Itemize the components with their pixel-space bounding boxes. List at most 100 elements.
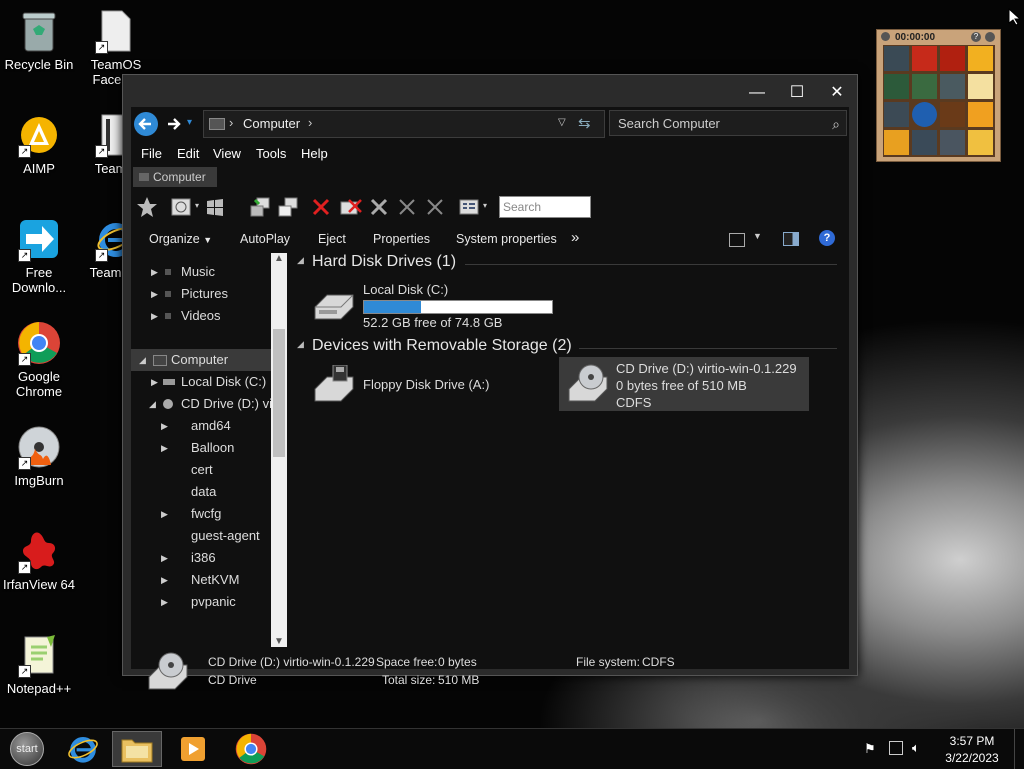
puzzle-tile[interactable] — [968, 102, 993, 127]
tree-item-folder[interactable]: ▶ pvpanic — [131, 591, 271, 613]
tree-item-folder[interactable]: guest-agent — [131, 525, 271, 547]
drive-local-disk-c[interactable]: Local Disk (C:) 52.2 GB free of 74.8 GB — [293, 279, 553, 331]
expand-arrow-icon[interactable]: ▶ — [151, 371, 158, 393]
minimize-button[interactable]: — — [737, 79, 777, 107]
puzzle-tile[interactable] — [912, 130, 937, 155]
organize-button[interactable]: Organize ▼ — [149, 232, 212, 246]
expand-arrow-icon[interactable]: ▶ — [151, 305, 158, 327]
puzzle-tile[interactable] — [884, 74, 909, 99]
taskbar-media-player[interactable] — [168, 731, 218, 767]
puzzle-tile[interactable] — [884, 46, 909, 71]
content-area[interactable]: ◢ Hard Disk Drives (1) Local Disk (C:) 5… — [293, 253, 849, 647]
group-hard-disk-drives[interactable]: ◢ Hard Disk Drives (1) — [297, 253, 837, 275]
explorer-window[interactable]: — ☐ ✕ ▾ › Computer › ▽ ⇆ Search Computer — [122, 74, 858, 690]
expand-arrow-icon[interactable]: ▶ — [161, 437, 168, 459]
show-desktop-button[interactable] — [1014, 729, 1024, 769]
navigation-scrollbar[interactable]: ▲ ▼ — [271, 253, 287, 647]
puzzle-tile[interactable] — [940, 46, 965, 71]
puzzle-tile[interactable] — [940, 130, 965, 155]
puzzle-gadget[interactable]: 00:00:00 ? — [876, 29, 1001, 162]
menu-tools[interactable]: Tools — [256, 146, 286, 161]
address-bar[interactable]: › Computer › ▽ ⇆ — [203, 110, 605, 138]
help-icon[interactable]: ? — [971, 32, 981, 42]
expand-arrow-icon[interactable]: ▶ — [161, 503, 168, 525]
drive-cd-d[interactable]: CD Drive (D:) virtio-win-0.1.229 0 bytes… — [559, 357, 809, 411]
desktop-icon-notepadpp[interactable]: ↗ Notepad++ — [0, 632, 78, 696]
breadcrumb-tab[interactable]: Computer — [133, 167, 217, 187]
tree-item-folder[interactable]: ▶ i386 — [131, 547, 271, 569]
expand-arrow-icon[interactable]: ▶ — [161, 415, 168, 437]
puzzle-tile[interactable] — [968, 130, 993, 155]
expand-arrow-icon[interactable]: ▶ — [161, 569, 168, 591]
expand-arrow-icon[interactable]: ▶ — [161, 547, 168, 569]
clock-date[interactable]: 3/22/2023 — [940, 751, 1004, 765]
cut-icon[interactable] — [367, 195, 391, 219]
favorites-star-icon[interactable] — [135, 195, 159, 219]
view-options-dropdown-icon[interactable]: ▾ — [483, 201, 487, 210]
desktop-icon-free-download[interactable]: ↗ Free Downlo... — [0, 216, 78, 295]
tree-item-folder[interactable]: cert — [131, 459, 271, 481]
puzzle-tile[interactable] — [968, 46, 993, 71]
toolbar-search-input[interactable]: Search — [499, 196, 591, 218]
puzzle-tile[interactable] — [912, 46, 937, 71]
history-clock-icon[interactable] — [169, 195, 193, 219]
clock-time[interactable]: 3:57 PM — [944, 734, 1000, 748]
puzzle-tile[interactable] — [884, 130, 909, 155]
view-options-icon[interactable] — [457, 195, 481, 219]
undo-icon[interactable] — [395, 195, 419, 219]
desktop-icon-irfanview[interactable]: ↗ IrfanView 64 — [0, 528, 78, 592]
refresh-icon[interactable]: ⇆ — [578, 114, 591, 132]
title-bar[interactable]: — ☐ ✕ — [123, 75, 857, 111]
desktop-icon-google-chrome[interactable]: ↗ Google Chrome — [0, 320, 78, 399]
puzzle-tile[interactable] — [940, 74, 965, 99]
tree-item-local-disk-c[interactable]: ▶ Local Disk (C:) — [131, 371, 271, 393]
puzzle-tile[interactable] — [884, 102, 909, 127]
history-dropdown-icon[interactable]: ▾ — [195, 201, 199, 210]
puzzle-tile[interactable] — [912, 102, 937, 127]
search-icon[interactable]: ⌕ — [832, 111, 840, 137]
help-icon[interactable]: ? — [819, 230, 835, 246]
desktop-icon-imgburn[interactable]: ↗ ImgBurn — [0, 424, 78, 488]
windows-logo-icon[interactable] — [203, 195, 227, 219]
menu-help[interactable]: Help — [301, 146, 328, 161]
forward-button[interactable] — [162, 112, 186, 136]
expand-arrow-icon[interactable]: ▶ — [161, 591, 168, 613]
puzzle-tile[interactable] — [912, 74, 937, 99]
desktop-icon-recycle-bin[interactable]: Recycle Bin — [0, 8, 78, 72]
autoplay-button[interactable]: AutoPlay — [240, 232, 290, 246]
tree-item-videos[interactable]: ▶ Videos — [131, 305, 271, 327]
tree-item-folder[interactable]: ▶ amd64 — [131, 415, 271, 437]
start-button[interactable]: start — [2, 731, 52, 767]
puzzle-tile[interactable] — [968, 74, 993, 99]
change-view-dropdown-icon[interactable]: ▼ — [753, 231, 762, 241]
address-dropdown-icon[interactable]: ▽ — [558, 117, 566, 128]
tree-item-music[interactable]: ▶ Music — [131, 261, 271, 283]
scroll-up-icon[interactable]: ▲ — [274, 253, 284, 264]
taskbar-google-chrome[interactable] — [226, 731, 276, 767]
collapse-arrow-icon[interactable]: ◢ — [139, 349, 146, 371]
tree-item-folder[interactable]: ▶ fwcfg — [131, 503, 271, 525]
puzzle-tile[interactable] — [940, 102, 965, 127]
change-view-icon[interactable] — [729, 233, 745, 247]
expand-arrow-icon[interactable]: ▶ — [151, 283, 158, 305]
eject-button[interactable]: Eject — [318, 232, 346, 246]
settings-icon[interactable] — [985, 32, 995, 42]
collapse-triangle-icon[interactable]: ◢ — [297, 339, 304, 350]
recent-pages-chevron-icon[interactable]: ▾ — [187, 117, 192, 128]
copy-to-icon[interactable] — [277, 195, 301, 219]
desktop-icon-aimp[interactable]: ↗ AIMP — [0, 112, 78, 176]
network-icon[interactable] — [889, 741, 903, 755]
menu-view[interactable]: View — [213, 146, 241, 161]
volume-muted-icon[interactable]: 🔈︎ — [912, 740, 920, 756]
search-input[interactable]: Search Computer ⌕ — [609, 110, 847, 136]
puzzle-board[interactable] — [883, 45, 995, 157]
collapse-arrow-icon[interactable]: ◢ — [149, 393, 156, 415]
back-button[interactable] — [134, 112, 158, 136]
scrollbar-thumb[interactable] — [273, 329, 285, 457]
preview-pane-icon[interactable] — [783, 232, 799, 246]
tree-item-cd-drive-d[interactable]: ◢CD Drive (D:) virtio-win-0.1.229 — [131, 393, 271, 415]
address-segment-computer[interactable]: Computer — [243, 116, 300, 131]
tree-item-folder[interactable]: ▶ NetKVM — [131, 569, 271, 591]
collapse-triangle-icon[interactable]: ◢ — [297, 255, 304, 266]
menu-file[interactable]: File — [141, 146, 162, 161]
